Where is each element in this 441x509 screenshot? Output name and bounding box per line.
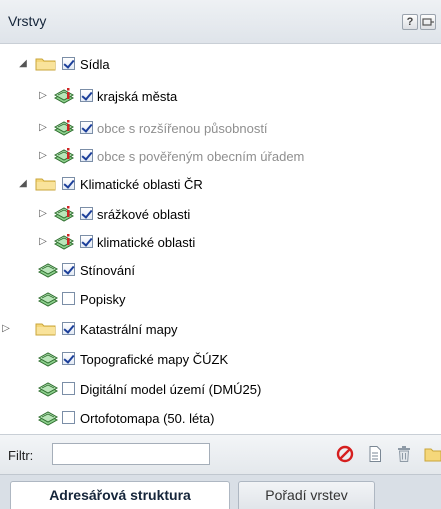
label-sidla: Sídla [80, 57, 110, 72]
layer-tree: ◢ Sídla ▷ krajská města ▷ obce s rozšíře… [0, 44, 441, 434]
document-icon[interactable] [366, 445, 384, 463]
tree-node-stinovani[interactable]: Stínování [0, 258, 441, 282]
tree-node-krajska-mesta[interactable]: ▷ krajská města [0, 84, 441, 108]
tree-node-klimaticke[interactable]: ◢ Klimatické oblasti ČR [0, 172, 441, 196]
checkbox-popisky[interactable] [62, 292, 75, 305]
wms-layer-icon [37, 409, 59, 427]
label-topograficke: Topografické mapy ČÚZK [80, 352, 229, 367]
triangle-right-icon[interactable]: ▷ [37, 122, 49, 134]
help-button[interactable]: ? [402, 14, 418, 30]
checkbox-katastralni[interactable] [62, 322, 75, 335]
info-layer-icon [53, 88, 75, 105]
info-layer-icon [53, 148, 75, 165]
tree-node-sidla[interactable]: ◢ Sídla [0, 52, 441, 76]
checkbox-stinovani[interactable] [62, 263, 75, 276]
info-layer-icon [53, 120, 75, 137]
tree-node-ortofotomapa[interactable]: Ortofotomapa (50. léta) [0, 406, 441, 430]
tree-node-srazkove[interactable]: ▷ srážkové oblasti [0, 202, 441, 226]
info-layer-icon [53, 234, 75, 251]
pin-icon [422, 18, 434, 26]
label-klimaticke: Klimatické oblasti ČR [80, 177, 203, 192]
label-stinovani: Stínování [80, 263, 135, 278]
wms-layer-icon [37, 380, 59, 398]
tree-node-obce-poverenym[interactable]: ▷ obce s pověřeným obecním úřadem [0, 144, 441, 168]
checkbox-sidla[interactable] [62, 57, 75, 70]
tab-directory-structure[interactable]: Adresářová struktura [10, 481, 230, 509]
panel-header: Vrstvy ? [0, 0, 441, 44]
label-krajska-mesta: krajská města [97, 89, 178, 104]
tree-node-klimaticke-oblasti[interactable]: ▷ klimatické oblasti [0, 230, 441, 254]
folder-icon [35, 177, 57, 191]
filter-label: Filtr: [8, 448, 34, 463]
label-obce-poverenym: obce s pověřeným obecním úřadem [97, 149, 305, 164]
triangle-down-icon[interactable]: ◢ [17, 178, 29, 190]
folder-icon [35, 57, 57, 71]
label-popisky: Popisky [80, 292, 126, 307]
triangle-right-icon[interactable]: ▷ [37, 90, 49, 102]
label-dmu25: Digitální model území (DMÚ25) [80, 382, 262, 397]
info-layer-icon [53, 206, 75, 223]
trash-icon[interactable] [395, 445, 413, 463]
label-ortofotomapa: Ortofotomapa (50. léta) [80, 411, 215, 426]
wms-layer-icon [37, 350, 59, 368]
checkbox-topograficke[interactable] [62, 352, 75, 365]
triangle-right-icon[interactable]: ▷ [0, 323, 12, 335]
triangle-right-icon[interactable]: ▷ [37, 150, 49, 162]
wms-layer-icon [37, 261, 59, 279]
folder-icon[interactable] [424, 445, 441, 463]
checkbox-krajska-mesta[interactable] [80, 89, 93, 102]
label-obce-rozsirenou: obce s rozšířenou působností [97, 121, 268, 136]
tree-node-katastralni[interactable]: ▷ Katastrální mapy [0, 317, 441, 341]
tab-bar: Adresářová struktura Pořadí vrstev [0, 474, 441, 509]
label-katastralni: Katastrální mapy [80, 322, 178, 337]
no-entry-icon[interactable] [336, 445, 354, 463]
tree-node-topograficke[interactable]: Topografické mapy ČÚZK [0, 347, 441, 371]
checkbox-klimaticke[interactable] [62, 177, 75, 190]
checkbox-ortofotomapa[interactable] [62, 411, 75, 424]
label-klimaticke-oblasti: klimatické oblasti [97, 235, 196, 250]
triangle-right-icon[interactable]: ▷ [37, 236, 49, 248]
panel-title: Vrstvy [8, 13, 47, 29]
tree-node-popisky[interactable]: Popisky [0, 287, 441, 311]
folder-icon [35, 322, 57, 336]
checkbox-srazkove[interactable] [80, 207, 93, 220]
triangle-right-icon[interactable]: ▷ [37, 208, 49, 220]
filter-input[interactable] [52, 443, 210, 465]
tab-layer-order[interactable]: Pořadí vrstev [238, 481, 375, 509]
filter-bar: Filtr: [0, 434, 441, 474]
checkbox-dmu25[interactable] [62, 382, 75, 395]
checkbox-obce-poverenym[interactable] [80, 149, 93, 162]
checkbox-obce-rozsirenou[interactable] [80, 121, 93, 134]
wms-layer-icon [37, 290, 59, 308]
label-srazkove: srážkové oblasti [97, 207, 191, 222]
tree-node-obce-rozsirenou[interactable]: ▷ obce s rozšířenou působností [0, 116, 441, 140]
checkbox-klimaticke-oblasti[interactable] [80, 235, 93, 248]
triangle-down-icon[interactable]: ◢ [17, 58, 29, 70]
pin-button[interactable] [420, 14, 436, 30]
tree-node-dmu25[interactable]: Digitální model území (DMÚ25) [0, 377, 441, 401]
